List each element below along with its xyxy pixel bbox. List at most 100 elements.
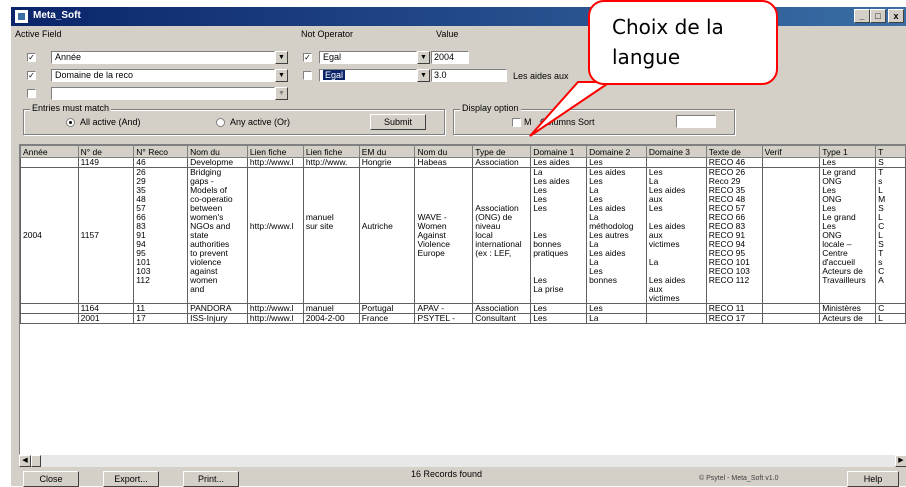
table-cell[interactable]: Les (819, 157, 877, 168)
field-dropdown-arrow-3[interactable]: ▼ (275, 87, 288, 100)
table-cell[interactable]: Les (586, 303, 647, 314)
table-cell[interactable]: RECO 26 Reco 29 RECO 35 RECO 48 RECO 57 RECO … (705, 167, 763, 304)
columns-sort-checkbox[interactable] (512, 118, 521, 127)
table-cell[interactable] (20, 313, 79, 324)
column-header[interactable]: EM du (358, 145, 416, 158)
table-cell[interactable]: Les aides (530, 157, 588, 168)
field-select-2[interactable]: Domaine de la reco (51, 69, 275, 82)
table-cell[interactable]: France (358, 313, 416, 324)
table-cell[interactable]: http://www.l (246, 313, 304, 324)
all-active-radio[interactable] (66, 118, 75, 127)
table-row[interactable]: 1164 11 PANDORA http://www.l manuel Portugal A… (20, 303, 906, 314)
table-cell[interactable]: Bridging gaps - Models of co-operatio betwee… (187, 167, 248, 304)
table-cell[interactable]: ISS-Injury (187, 313, 248, 324)
table-cell[interactable]: Les La Les aides aux Les Les aides aux victimes… (645, 167, 707, 304)
table-cell[interactable] (645, 157, 707, 168)
table-cell[interactable]: http://www.l (246, 303, 304, 314)
operator-select-2[interactable]: Egal (319, 69, 417, 82)
table-cell[interactable]: Hongrie (358, 157, 416, 168)
column-header[interactable]: Type 1 (819, 145, 877, 158)
table-cell[interactable]: PSYTEL - (414, 313, 474, 324)
column-header[interactable]: Année (20, 145, 79, 158)
table-cell[interactable]: RECO 11 (705, 303, 763, 314)
print-button[interactable]: Print... (183, 471, 239, 487)
operator-dropdown-arrow-2[interactable]: ▼ (417, 69, 430, 82)
table-row[interactable]: 1149 46 Developme http://www.l http://www. Ho… (20, 157, 906, 168)
table-cell[interactable]: 17 (133, 313, 189, 324)
field-dropdown-arrow-1[interactable]: ▼ (275, 51, 288, 64)
table-cell[interactable]: 1157 (77, 167, 135, 304)
table-cell[interactable]: PANDORA (187, 303, 248, 314)
results-grid[interactable]: Année N° de N° Reco Nom du Lien fiche Lien fi… (19, 144, 906, 455)
column-header[interactable]: Lien fiche (246, 145, 304, 158)
column-header[interactable]: Domaine 3 (645, 145, 707, 158)
table-cell[interactable]: Consultant (472, 313, 532, 324)
export-button[interactable]: Export... (103, 471, 159, 487)
table-cell[interactable]: Autriche (358, 167, 416, 304)
table-cell[interactable]: Les (530, 313, 588, 324)
table-cell[interactable]: Les (530, 303, 588, 314)
not-checkbox-2[interactable] (303, 71, 312, 80)
table-cell[interactable]: Habeas (414, 157, 474, 168)
table-cell[interactable]: 1164 (77, 303, 135, 314)
column-header[interactable]: Domaine 2 (586, 145, 647, 158)
table-row[interactable]: 2004 1157 26 29 35 48 57 66 83 91 94 95 101 103 112 Bri… (20, 167, 906, 304)
table-cell[interactable]: 26 29 35 48 57 66 83 91 94 95 101 103 112 (133, 167, 189, 304)
table-cell[interactable]: APAV - (414, 303, 474, 314)
close-button[interactable]: Close (23, 471, 79, 487)
column-header[interactable]: N° de (77, 145, 135, 158)
table-cell[interactable]: http://www.l (246, 157, 304, 168)
operator-dropdown-arrow-1[interactable]: ▼ (417, 51, 430, 64)
table-cell[interactable]: WAVE - Women Against Violence Europe (414, 167, 474, 304)
operator-select-1[interactable]: Egal (319, 51, 417, 64)
active-checkbox-1[interactable]: ✓ (27, 53, 36, 62)
table-cell[interactable]: Les aides Les La Les Les aides La méthodolog Le… (586, 167, 647, 304)
table-cell[interactable]: C (875, 303, 906, 314)
table-cell[interactable] (761, 303, 821, 314)
value-field-1[interactable]: 2004 (431, 51, 469, 64)
table-cell[interactable]: 46 (133, 157, 189, 168)
table-cell[interactable]: 2004 (20, 167, 79, 304)
table-cell[interactable]: Portugal (358, 303, 416, 314)
table-cell[interactable] (20, 303, 79, 314)
column-header[interactable]: Lien fiche (302, 145, 360, 158)
active-checkbox-3[interactable] (27, 89, 36, 98)
table-cell[interactable]: L (875, 313, 906, 324)
submit-button[interactable]: Submit (370, 114, 426, 130)
help-button[interactable]: Help (847, 471, 899, 487)
table-cell[interactable]: S (875, 157, 906, 168)
table-cell[interactable]: TsLMSLCLSTsCA (875, 167, 906, 304)
table-cell[interactable]: 11 (133, 303, 189, 314)
close-window-button[interactable]: x (888, 9, 904, 23)
column-header[interactable]: Type de (472, 145, 532, 158)
field-select-3[interactable] (51, 87, 275, 100)
table-cell[interactable]: RECO 46 (705, 157, 763, 168)
minimize-button[interactable]: _ (854, 9, 870, 23)
column-header[interactable]: Domaine 1 (530, 145, 588, 158)
table-cell[interactable]: Developme (187, 157, 248, 168)
not-checkbox-1[interactable]: ✓ (303, 53, 312, 62)
column-header[interactable]: Nom du (187, 145, 248, 158)
table-cell[interactable]: 2001 (77, 313, 135, 324)
table-cell[interactable]: manuel sur site (302, 167, 360, 304)
column-header[interactable]: T (875, 145, 906, 158)
table-cell[interactable]: Ministères (819, 303, 877, 314)
table-cell[interactable]: manuel (302, 303, 360, 314)
scroll-right-icon[interactable]: ▶ (895, 455, 906, 467)
table-cell[interactable] (645, 303, 707, 314)
table-cell[interactable]: 1149 (77, 157, 135, 168)
table-cell[interactable]: La Les aides Les Les Les Les bonnes pratiques Le… (530, 167, 588, 304)
horizontal-scrollbar[interactable]: ◀ ▶ (19, 455, 906, 467)
table-cell[interactable]: http://www. (302, 157, 360, 168)
table-cell[interactable]: RECO 17 (705, 313, 763, 324)
table-cell[interactable] (761, 313, 821, 324)
table-cell[interactable]: Association (472, 303, 532, 314)
table-cell[interactable] (20, 157, 79, 168)
table-cell[interactable]: Association (ONG) de niveau local internatio… (472, 167, 532, 304)
column-header[interactable]: N° Reco (133, 145, 189, 158)
table-cell[interactable]: Association (472, 157, 532, 168)
scroll-thumb[interactable] (31, 455, 41, 467)
any-active-radio[interactable] (216, 118, 225, 127)
scroll-left-icon[interactable]: ◀ (19, 455, 31, 467)
active-checkbox-2[interactable]: ✓ (27, 71, 36, 80)
